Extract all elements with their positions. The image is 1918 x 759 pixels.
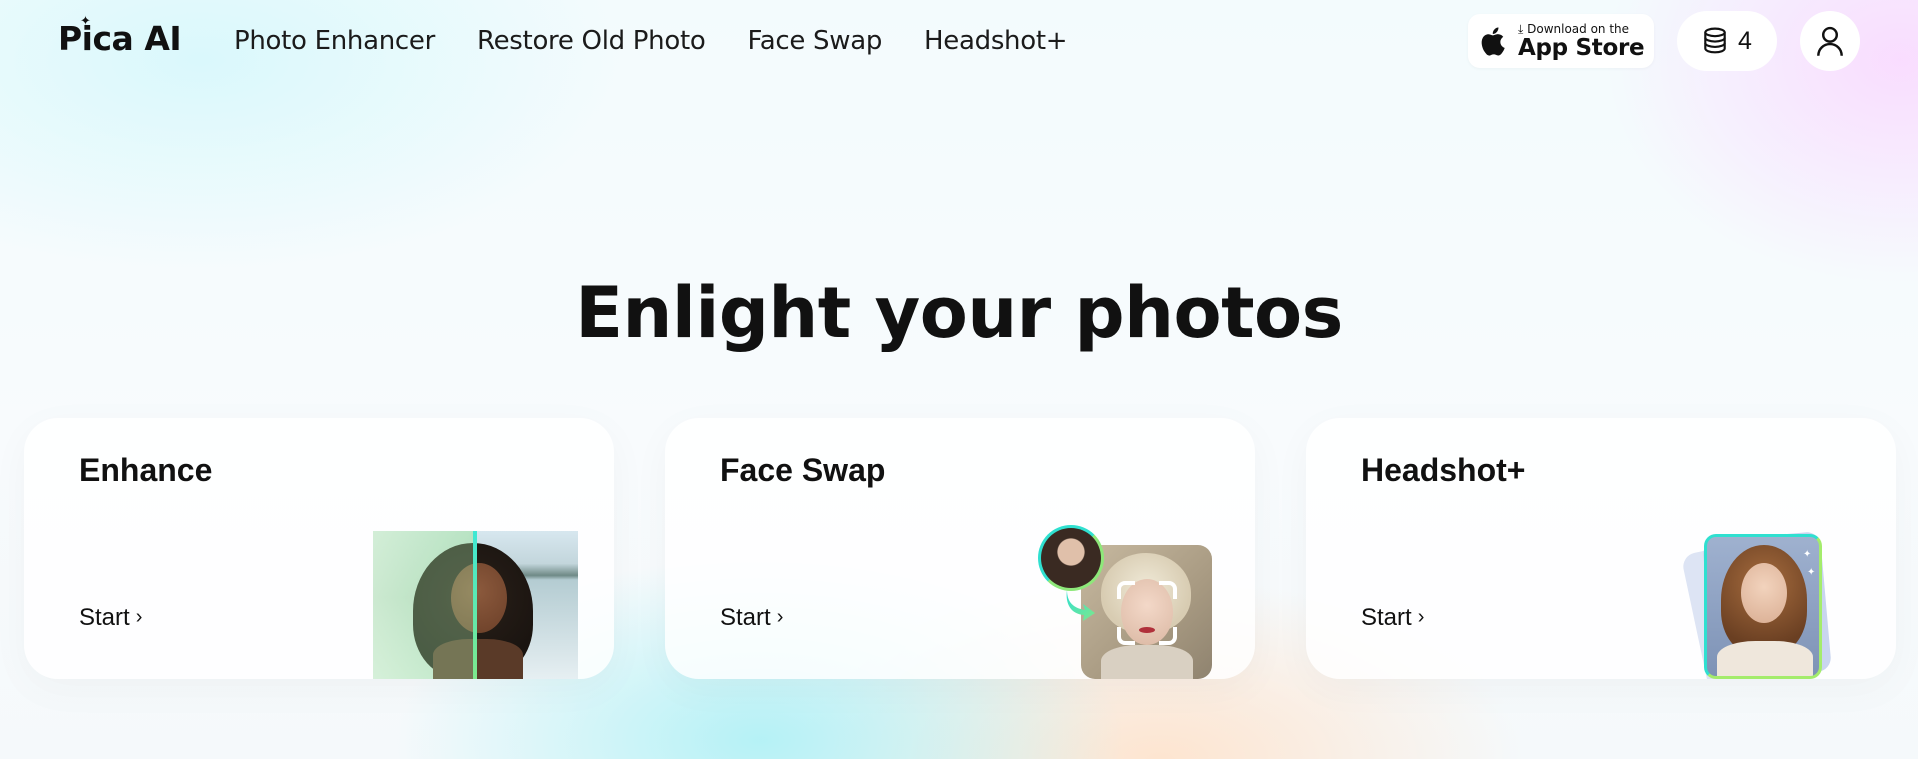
main-nav: Photo Enhancer Restore Old Photo Face Sw… [234, 22, 1068, 60]
credits-button[interactable]: 4 [1677, 11, 1777, 71]
card-title: Enhance [79, 452, 213, 488]
headshot-preview-image: ✦ ✦ [1704, 534, 1822, 679]
apple-icon [1481, 27, 1505, 56]
nav-restore-old-photo[interactable]: Restore Old Photo [477, 22, 706, 60]
card-title: Headshot+ [1361, 452, 1526, 488]
compare-slider-line [473, 531, 477, 679]
chevron-right-icon: › [135, 605, 143, 628]
enhance-start-link[interactable]: Start › [79, 604, 142, 632]
nav-photo-enhancer[interactable]: Photo Enhancer [234, 22, 435, 60]
nav-face-swap[interactable]: Face Swap [747, 22, 882, 60]
top-nav-bar: Pica AI ✦ Photo Enhancer Restore Old Pho… [0, 0, 1918, 82]
sparkle-icon: ✦ [1807, 567, 1816, 578]
face-swap-source-avatar [1038, 525, 1104, 591]
enhance-preview-image [373, 531, 578, 679]
coins-stack-icon [1704, 27, 1726, 54]
app-store-big-text: App Store [1518, 34, 1645, 61]
pica-ai-logo[interactable]: Pica AI ✦ [58, 14, 182, 58]
chevron-right-icon: › [776, 605, 784, 628]
credits-count: 4 [1738, 26, 1752, 55]
swap-arrow-icon [1066, 590, 1095, 621]
sparkle-icon: ✦ [1803, 549, 1812, 560]
account-button[interactable] [1800, 11, 1860, 71]
hero-title: Enlight your photos [575, 272, 1343, 354]
user-icon [1817, 26, 1843, 56]
face-swap-card[interactable]: Face Swap Start › [665, 418, 1255, 679]
headshot-card[interactable]: Headshot+ Start › ✦ ✦ [1306, 418, 1896, 679]
chevron-right-icon: › [1417, 605, 1425, 628]
card-title: Face Swap [720, 452, 886, 488]
app-store-small-text: ⤓ Download on the [1518, 21, 1630, 36]
face-swap-start-link[interactable]: Start › [720, 604, 783, 632]
enhance-card[interactable]: Enhance Start › [24, 418, 614, 679]
nav-headshot-plus[interactable]: Headshot+ [924, 22, 1068, 60]
headshot-start-link[interactable]: Start › [1361, 604, 1424, 632]
logo-sparkle-icon: ✦ [80, 14, 91, 29]
app-store-badge[interactable]: ⤓ Download on the App Store [1468, 14, 1654, 68]
